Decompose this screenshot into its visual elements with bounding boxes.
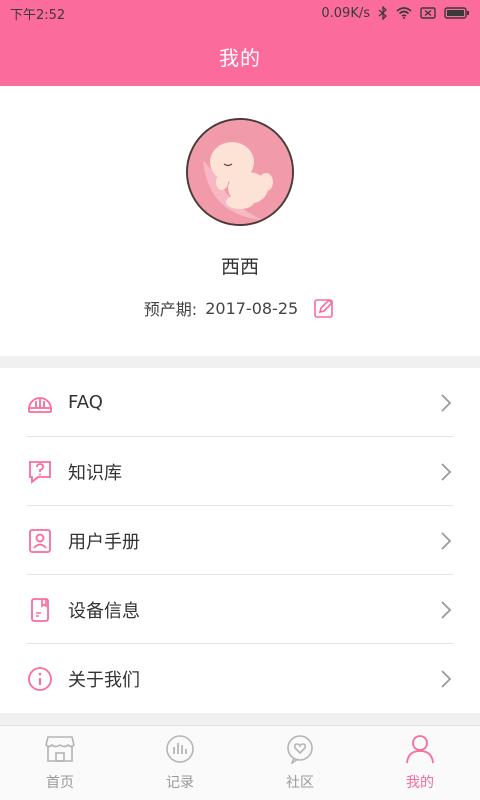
chevron-right-icon bbox=[438, 600, 454, 620]
section-divider bbox=[0, 356, 480, 368]
knowledge-icon bbox=[26, 458, 54, 486]
bluetooth-icon bbox=[378, 6, 388, 20]
menu-item-label: 用户手册 bbox=[68, 531, 140, 553]
no-sim-icon bbox=[420, 7, 436, 19]
menu-item-label: 设备信息 bbox=[68, 600, 140, 622]
chevron-right-icon bbox=[438, 669, 454, 689]
app-bar: 我的 bbox=[0, 26, 480, 86]
profile-name: 西西 bbox=[220, 256, 259, 278]
due-date-row: 预产期: 2017-08-25 bbox=[0, 296, 480, 320]
home-icon bbox=[43, 734, 77, 768]
edit-icon[interactable] bbox=[312, 296, 336, 320]
tab-home[interactable]: 首页 bbox=[0, 726, 120, 800]
tab-profile[interactable]: 我的 bbox=[360, 726, 480, 800]
tab-record[interactable]: 记录 bbox=[120, 726, 240, 800]
tab-label: 记录 bbox=[166, 775, 194, 791]
tab-label: 社区 bbox=[286, 775, 314, 791]
tab-label: 首页 bbox=[46, 775, 74, 791]
menu-item-about[interactable]: 关于我们 bbox=[0, 644, 480, 713]
due-date-value: 2017-08-25 bbox=[205, 298, 299, 318]
menu-item-label: FAQ bbox=[68, 392, 103, 413]
avatar[interactable] bbox=[186, 118, 294, 226]
device-info-icon bbox=[26, 596, 54, 624]
about-icon bbox=[26, 665, 54, 693]
battery-icon bbox=[444, 7, 470, 19]
settings-menu: FAQ 知识库 用户手册 设备信息 关于我们 bbox=[0, 368, 480, 713]
menu-item-label: 关于我们 bbox=[68, 669, 140, 691]
menu-item-user-manual[interactable]: 用户手册 bbox=[0, 506, 480, 575]
faq-icon bbox=[26, 389, 54, 417]
menu-item-knowledge[interactable]: 知识库 bbox=[0, 437, 480, 506]
tab-label: 我的 bbox=[406, 775, 434, 791]
status-right: 0.09K/s bbox=[321, 6, 470, 21]
bottom-tab-bar: 首页 记录 社区 我的 bbox=[0, 725, 480, 800]
profile-section: 西西 预产期: 2017-08-25 bbox=[0, 86, 480, 356]
chevron-right-icon bbox=[438, 462, 454, 482]
section-divider bbox=[0, 713, 480, 725]
chevron-right-icon bbox=[438, 393, 454, 413]
page-title: 我的 bbox=[219, 45, 261, 70]
menu-item-label: 知识库 bbox=[68, 462, 122, 484]
chevron-right-icon bbox=[438, 531, 454, 551]
menu-item-faq[interactable]: FAQ bbox=[0, 368, 480, 437]
menu-item-device-info[interactable]: 设备信息 bbox=[0, 575, 480, 644]
wifi-icon bbox=[396, 7, 412, 19]
due-date-label: 预产期: bbox=[143, 300, 198, 319]
status-bar: 下午2:52 0.09K/s bbox=[0, 0, 480, 26]
user-manual-icon bbox=[26, 527, 54, 555]
network-speed: 0.09K/s bbox=[321, 5, 370, 21]
tab-community[interactable]: 社区 bbox=[240, 726, 360, 800]
record-icon bbox=[164, 734, 196, 768]
status-time: 下午2:52 bbox=[10, 7, 66, 23]
community-icon bbox=[284, 734, 316, 768]
profile-icon bbox=[404, 734, 436, 768]
